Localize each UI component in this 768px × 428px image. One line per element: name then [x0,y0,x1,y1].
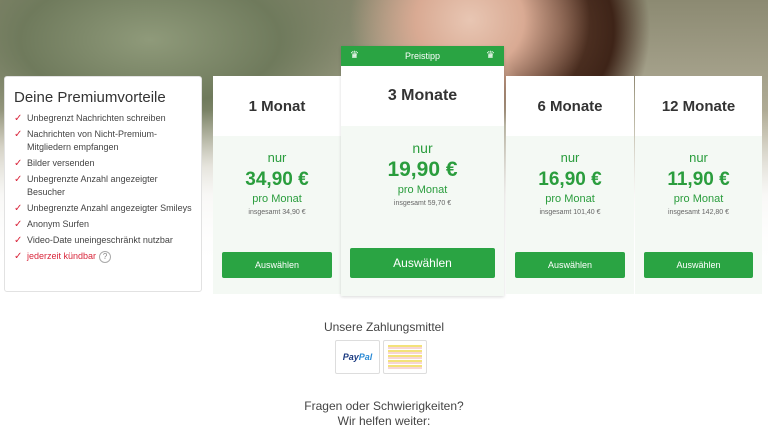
select-plan-button[interactable]: Auswählen [515,252,625,278]
help-icon[interactable]: ? [99,250,112,263]
help-subline: Wir helfen weiter: [337,414,431,428]
plan-nur-label: nur [267,150,287,165]
check-icon: ✓ [14,235,23,246]
benefit-item: ✓ Bilder versenden [14,158,95,169]
plan-name: 1 Monat [213,76,341,136]
plan-total: insgesamt 34,90 € [248,209,306,216]
benefit-item: ✓ Nachrichten von Nicht-Premium-Mitgliede… [14,129,158,152]
check-icon: ✓ [14,113,23,124]
plan-card-6-monate: 6 Monate nur 16,90 € pro Monat insgesamt… [506,76,634,294]
benefit-item: ✓ Unbegrenzt Nachrichten schreiben [14,113,166,124]
plan-price: 19,90 € [387,158,458,181]
plan-nur-label: nur [560,150,580,165]
premium-benefits-panel: Deine Premiumvorteile ✓ Unbegrenzt Nachri… [4,76,202,292]
benefits-title: Deine Premiumvorteile [14,89,166,106]
cancel-anytime-link[interactable]: jederzeit kündbar [27,251,96,261]
crown-icon: ♛ [486,50,495,61]
check-icon: ✓ [14,174,23,185]
check-icon: ✓ [14,219,23,230]
plan-nur-label: nur [412,140,433,156]
select-plan-button[interactable]: Auswählen [350,248,495,278]
benefit-item: ✓ Unbegrenzte Anzahl angezeigter Smileys [14,203,192,214]
benefit-item: ✓ Unbegrenzte Anzahl angezeigter Besucher [14,174,158,197]
plan-total: insgesamt 59,70 € [393,200,452,207]
preistipp-badge: ♛ Preistipp ♛ [341,46,504,66]
plan-card-1-monat: 1 Monat nur 34,90 € pro Monat insgesamt … [213,76,341,294]
select-plan-button[interactable]: Auswählen [222,252,332,278]
select-plan-button[interactable]: Auswählen [644,252,753,278]
plan-price: 11,90 € [667,169,730,190]
plan-price: 16,90 € [538,169,602,190]
plan-card-3-monate: ♛ Preistipp ♛ 3 Monate nur 19,90 € pro M… [341,46,504,296]
plan-total: insgesamt 101,40 € [539,209,601,216]
plan-nur-label: nur [689,150,708,165]
plan-per-month: pro Monat [252,193,302,205]
check-icon: ✓ [14,251,23,262]
plan-total: insgesamt 142,80 € [667,209,730,216]
plan-price: 34,90 € [245,169,309,190]
plan-name: 3 Monate [341,66,504,126]
plan-per-month: pro Monat [673,193,724,205]
payment-methods-title: Unsere Zahlungsmittel [323,320,445,334]
benefit-item: ✓ Anonym Surfen [14,219,90,230]
plan-name: 6 Monate [506,76,634,136]
crown-icon: ♛ [350,50,359,61]
plan-per-month: pro Monat [545,193,595,205]
benefit-item-cancel[interactable]: ✓ jederzeit kündbar? [14,250,193,263]
check-icon: ✓ [14,129,23,140]
benefits-list: ✓ Unbegrenzt Nachrichten schreiben ✓ Nachr… [14,112,193,263]
benefit-item: ✓ Video-Date uneingeschränkt nutzbar [14,235,173,246]
plan-per-month: pro Monat [397,184,448,196]
check-icon: ✓ [14,158,23,169]
plan-name: 12 Monate [635,76,762,136]
bank-transfer-icon [383,340,427,374]
help-question: Fragen oder Schwierigkeiten? [304,399,464,413]
paypal-logo: Pay Pal [335,340,380,374]
plan-card-12-monate: 12 Monate nur 11,90 € pro Monat insgesam… [635,76,762,294]
check-icon: ✓ [14,203,23,214]
